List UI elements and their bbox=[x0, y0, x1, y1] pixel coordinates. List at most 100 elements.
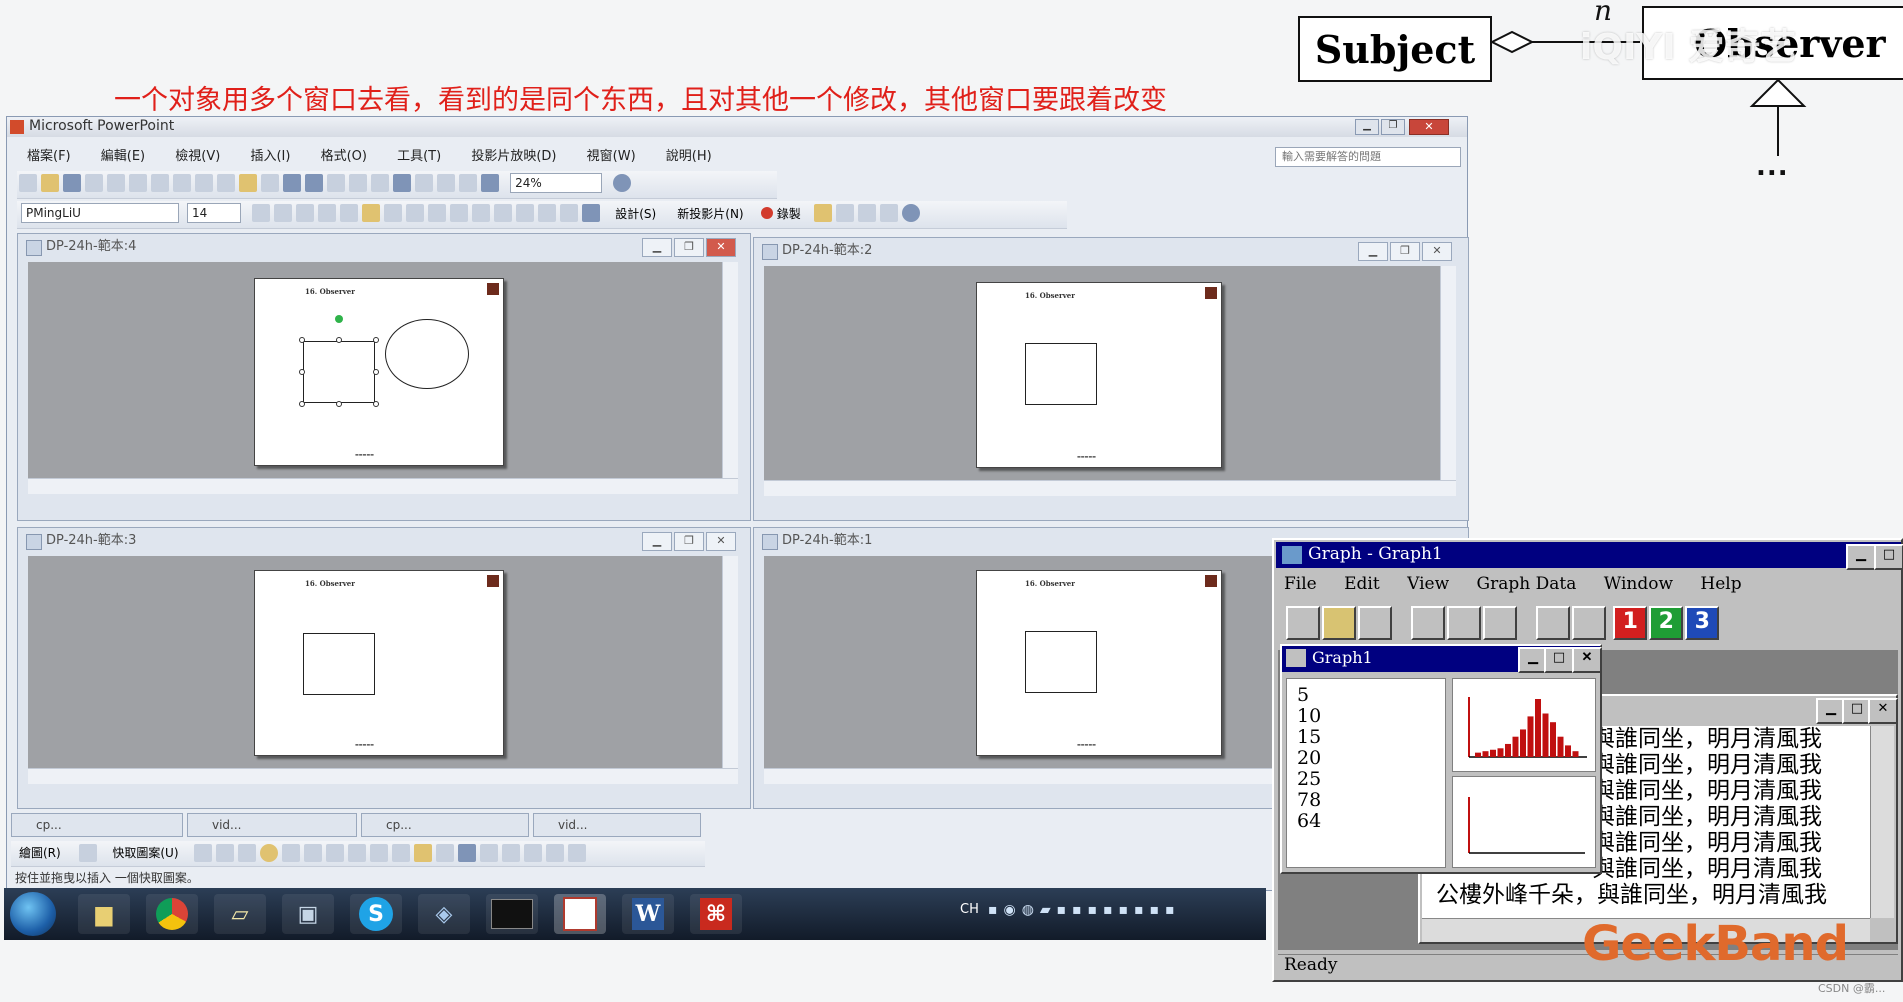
value-list[interactable]: 5 10 15 20 25 78 64 bbox=[1286, 678, 1446, 868]
line-icon[interactable] bbox=[194, 844, 213, 862]
doc-2-horizontal-scrollbar[interactable] bbox=[764, 480, 1456, 496]
autoshapes-menu[interactable]: 快取圖案(U) bbox=[112, 846, 178, 860]
text-child-close-button[interactable]: ✕ bbox=[1868, 698, 1898, 724]
doc-2-restore-button[interactable]: ❐ bbox=[1390, 242, 1420, 261]
doc-2-close-button[interactable]: ✕ bbox=[1422, 242, 1452, 261]
graph-menu-window[interactable]: Window bbox=[1604, 574, 1673, 594]
color-grayscale-icon[interactable] bbox=[481, 174, 499, 192]
graph1-maximize-button[interactable]: □ bbox=[1544, 647, 1574, 673]
grid-icon[interactable] bbox=[459, 174, 477, 192]
ppt-titlebar[interactable]: Microsoft PowerPoint ▁ ❐ ✕ bbox=[7, 117, 1467, 137]
wordart-icon[interactable] bbox=[326, 844, 345, 862]
align-right-icon[interactable] bbox=[384, 204, 403, 222]
doc-3-horizontal-scrollbar[interactable] bbox=[28, 768, 738, 784]
floppy-save-icon[interactable] bbox=[1358, 606, 1392, 640]
language-indicator[interactable]: CH bbox=[960, 902, 979, 917]
permission-icon[interactable] bbox=[85, 174, 103, 192]
review-icon[interactable] bbox=[813, 204, 832, 222]
cut-icon[interactable] bbox=[195, 174, 213, 192]
new-slide-button[interactable]: 新投影片(N) bbox=[677, 207, 743, 221]
doc-3-close-button[interactable]: ✕ bbox=[706, 532, 736, 551]
view-2-button[interactable]: 2 bbox=[1649, 606, 1684, 640]
underline-icon[interactable] bbox=[296, 204, 315, 222]
slide-rectangle[interactable] bbox=[1025, 631, 1097, 693]
increase-font-icon[interactable] bbox=[494, 204, 513, 222]
draw-menu[interactable]: 繪圖(R) bbox=[19, 846, 61, 860]
bold-icon[interactable] bbox=[252, 204, 271, 222]
graph-minimize-button[interactable]: ▁ bbox=[1846, 544, 1876, 570]
doc-4-minimize-button[interactable]: ▁ bbox=[642, 238, 672, 257]
clipart-icon[interactable] bbox=[370, 844, 389, 862]
font-name-select[interactable]: PMingLiU bbox=[21, 203, 179, 223]
spell-icon[interactable] bbox=[151, 174, 169, 192]
markup-icon[interactable] bbox=[857, 204, 876, 222]
record-icon[interactable] bbox=[760, 207, 773, 219]
doc-2-minimize-button[interactable]: ▁ bbox=[1358, 242, 1388, 261]
align-center-icon[interactable] bbox=[362, 204, 381, 222]
doc-3-minimize-button[interactable]: ▁ bbox=[642, 532, 672, 551]
graph-titlebar[interactable]: Graph - Graph1 ▁ □ bbox=[1276, 542, 1903, 570]
save-icon[interactable] bbox=[63, 174, 81, 192]
open-folder-icon[interactable] bbox=[1322, 606, 1356, 640]
doc-3-workspace[interactable]: 16. Observer ▬▬▬▬▬ bbox=[28, 556, 722, 768]
menu-window[interactable]: 視窗(W) bbox=[587, 149, 636, 164]
slide-rectangle[interactable] bbox=[1025, 343, 1097, 405]
menu-insert[interactable]: 插入(I) bbox=[250, 149, 290, 164]
doc-4-restore-button[interactable]: ❐ bbox=[674, 238, 704, 257]
zoom-select[interactable]: 24% bbox=[510, 173, 603, 193]
help-icon[interactable] bbox=[613, 174, 632, 192]
italic-icon[interactable] bbox=[274, 204, 293, 222]
ppt-close-button[interactable]: ✕ bbox=[1409, 119, 1449, 135]
graph-maximize-button[interactable]: □ bbox=[1874, 544, 1903, 570]
arrow-style-icon[interactable] bbox=[524, 844, 543, 862]
preview-icon[interactable] bbox=[129, 174, 147, 192]
format-painter-icon[interactable] bbox=[261, 174, 279, 192]
decrease-indent-icon[interactable] bbox=[538, 204, 557, 222]
hyperlink-icon[interactable] bbox=[393, 174, 411, 192]
help-search-box[interactable]: 輸入需要解答的問題 bbox=[1275, 147, 1461, 167]
minimized-window-2[interactable]: vid... bbox=[187, 813, 357, 837]
undo-icon[interactable] bbox=[283, 174, 301, 192]
graph1-close-button[interactable]: ✕ bbox=[1572, 647, 1602, 673]
font-size-select[interactable]: 14 bbox=[187, 203, 241, 223]
fill-color-icon[interactable] bbox=[414, 844, 433, 862]
doc-4-titlebar[interactable]: DP-24h-範本:4 bbox=[18, 234, 750, 260]
doc-4-close-button[interactable]: ✕ bbox=[706, 238, 736, 257]
graph-menu-graph-data[interactable]: Graph Data bbox=[1477, 574, 1577, 594]
clipboard-icon[interactable] bbox=[1483, 606, 1518, 640]
print-icon[interactable] bbox=[107, 174, 125, 192]
menu-edit[interactable]: 編輯(E) bbox=[101, 149, 145, 164]
oval-icon[interactable] bbox=[260, 844, 279, 862]
numbering-icon[interactable] bbox=[450, 204, 469, 222]
minimized-window-3[interactable]: cp... bbox=[361, 813, 529, 837]
bullets-icon[interactable] bbox=[472, 204, 491, 222]
distribute-icon[interactable] bbox=[406, 204, 425, 222]
reviewing-pane-icon[interactable] bbox=[879, 204, 898, 222]
new-file-icon[interactable] bbox=[1286, 606, 1320, 640]
vertical-textbox-icon[interactable] bbox=[304, 844, 323, 862]
graph-menu-file[interactable]: File bbox=[1284, 574, 1317, 594]
paste-icon[interactable] bbox=[239, 174, 257, 192]
picture-icon[interactable] bbox=[392, 844, 411, 862]
graph-menu-edit[interactable]: Edit bbox=[1344, 574, 1380, 594]
scissors-icon[interactable] bbox=[1411, 606, 1446, 640]
3d-style-icon[interactable] bbox=[568, 844, 587, 862]
powerpoint-task-icon[interactable] bbox=[554, 894, 606, 934]
view-3-button[interactable]: 3 bbox=[1685, 606, 1720, 640]
open-icon[interactable] bbox=[41, 174, 59, 192]
question-help-icon[interactable] bbox=[1572, 606, 1607, 640]
comment-icon[interactable] bbox=[835, 204, 854, 222]
redo-icon[interactable] bbox=[305, 174, 323, 192]
table-icon[interactable] bbox=[349, 174, 367, 192]
ppt-restore-button[interactable]: ❐ bbox=[1381, 119, 1405, 135]
documents-icon[interactable]: ▱ bbox=[214, 894, 266, 934]
slide-rectangle[interactable] bbox=[303, 633, 375, 695]
columns-icon[interactable] bbox=[428, 204, 447, 222]
menu-view[interactable]: 檢視(V) bbox=[175, 149, 220, 164]
network-icon[interactable]: ◈ bbox=[418, 894, 470, 934]
doc-2-vertical-scrollbar[interactable] bbox=[1440, 266, 1456, 480]
graph-menu-view[interactable]: View bbox=[1407, 574, 1449, 594]
decrease-font-icon[interactable] bbox=[516, 204, 535, 222]
explorer-icon[interactable]: ▆ bbox=[78, 894, 130, 934]
doc-2-slide[interactable]: 16. Observer ▬▬▬▬▬ bbox=[976, 282, 1222, 468]
